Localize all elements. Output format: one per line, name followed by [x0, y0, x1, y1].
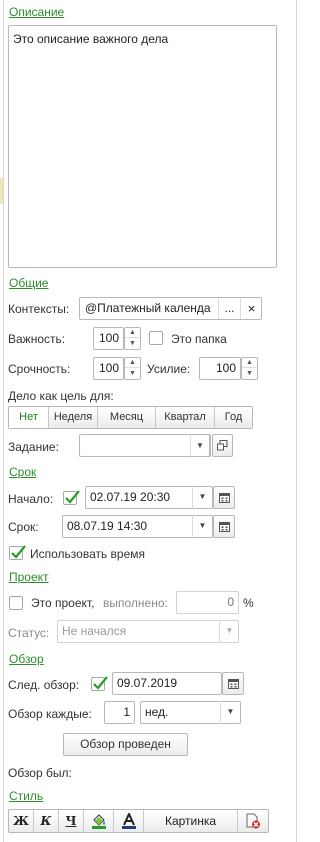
contexts-label: Контексты:	[8, 302, 70, 316]
contexts-clear-button[interactable]: ×	[240, 298, 261, 319]
status-value: Не начался	[62, 624, 127, 638]
contexts-field[interactable]: @Платежный календа ... ×	[79, 297, 262, 320]
review-every-input[interactable]: 1	[104, 701, 135, 724]
next-review-checkbox[interactable]	[91, 676, 108, 691]
goal-tab-year[interactable]: Год	[215, 407, 252, 428]
right-border	[296, 0, 297, 842]
due-calendar-button[interactable]	[213, 515, 235, 538]
style-toolbar: Ж К Ч Картинка	[8, 809, 269, 833]
goal-label: Дело как цель для:	[8, 389, 114, 403]
section-term[interactable]: Срок	[9, 465, 36, 479]
done-label: выполнено:	[103, 596, 168, 610]
spinner-down-icon[interactable]: ▼	[125, 339, 140, 349]
section-description[interactable]: Описание	[9, 5, 64, 19]
next-review-label: След. обзор:	[8, 678, 80, 692]
review-done-button[interactable]: Обзор проведен	[63, 733, 188, 756]
description-text: Это описание важного дела	[13, 32, 169, 46]
spinner-up-icon[interactable]: ▲	[125, 358, 140, 368]
calendar-icon	[218, 493, 230, 503]
spinner-down-icon[interactable]: ▼	[125, 369, 140, 379]
delete-picture-icon	[246, 813, 260, 829]
is-project-label: Это проект,	[31, 596, 95, 610]
spinner-up-icon[interactable]: ▲	[125, 328, 140, 338]
section-project[interactable]: Проект	[9, 570, 49, 584]
urgency-input[interactable]: 100	[93, 357, 124, 380]
due-label: Срок:	[8, 520, 39, 534]
importance-input[interactable]: 100	[93, 327, 124, 350]
review-unit-dropdown-icon[interactable]: ▼	[220, 701, 240, 724]
effort-input[interactable]: 100	[199, 357, 241, 380]
calendar-icon	[218, 522, 230, 532]
task-open-button[interactable]	[212, 434, 233, 457]
bold-button[interactable]: Ж	[9, 810, 34, 832]
urgency-spinner[interactable]: ▲ ▼	[124, 357, 141, 380]
review-every-label: Обзор каждые:	[8, 707, 92, 721]
review-unit-value: нед.	[145, 705, 169, 719]
section-general[interactable]: Общие	[9, 276, 48, 290]
review-was-label: Обзор был:	[8, 766, 72, 780]
goal-tab-none[interactable]: Нет	[9, 407, 49, 428]
is-folder-checkbox[interactable]	[149, 331, 163, 345]
next-review-input[interactable]: 09.07.2019	[112, 672, 222, 695]
left-indicator	[0, 178, 3, 204]
goal-tab-week[interactable]: Неделя	[49, 407, 98, 428]
checkmark-icon	[11, 545, 26, 559]
spinner-down-icon[interactable]: ▼	[242, 369, 257, 379]
checkmark-icon	[93, 676, 108, 690]
importance-label: Важность:	[8, 332, 66, 346]
use-time-checkbox[interactable]	[9, 545, 26, 560]
checkmark-icon	[65, 490, 80, 504]
clear-picture-button[interactable]	[238, 810, 268, 832]
font-color-icon	[121, 811, 136, 829]
fill-color-icon	[91, 814, 106, 829]
task-label: Задание:	[8, 440, 59, 454]
use-time-label: Использовать время	[30, 547, 146, 561]
status-label: Статус:	[8, 626, 50, 640]
effort-spinner[interactable]: ▲ ▼	[241, 357, 258, 380]
picture-button[interactable]: Картинка	[144, 810, 238, 832]
due-date-input[interactable]: 08.07.19 14:30	[62, 515, 213, 538]
start-label: Начало:	[8, 492, 54, 506]
open-window-icon	[217, 440, 228, 451]
importance-spinner[interactable]: ▲ ▼	[124, 327, 141, 350]
description-textarea[interactable]: Это описание важного дела	[8, 25, 277, 268]
section-style[interactable]: Стиль	[9, 789, 43, 803]
spinner-up-icon[interactable]: ▲	[242, 358, 257, 368]
font-color-button[interactable]	[114, 810, 144, 832]
is-project-checkbox[interactable]	[9, 596, 23, 610]
italic-button[interactable]: К	[34, 810, 59, 832]
start-dropdown-icon[interactable]: ▼	[192, 486, 212, 509]
effort-label: Усилие:	[147, 362, 191, 376]
goal-tab-month[interactable]: Месяц	[98, 407, 156, 428]
goal-tab-quarter[interactable]: Квартал	[156, 407, 215, 428]
start-checkbox[interactable]	[63, 490, 80, 505]
due-dropdown-icon[interactable]: ▼	[192, 515, 212, 538]
next-review-calendar-button[interactable]	[222, 672, 244, 695]
task-dropdown-icon[interactable]: ▼	[190, 434, 210, 457]
contexts-select-button[interactable]: ...	[218, 298, 240, 319]
start-calendar-button[interactable]	[213, 486, 235, 509]
is-folder-label: Это папка	[171, 332, 227, 346]
status-dropdown-icon[interactable]: ▼	[219, 620, 239, 643]
done-input[interactable]: 0	[176, 591, 239, 614]
underline-button[interactable]: Ч	[59, 810, 84, 832]
background-color-button[interactable]	[84, 810, 114, 832]
urgency-label: Срочность:	[8, 362, 71, 376]
calendar-icon	[227, 679, 239, 689]
goal-tabs: Нет Неделя Месяц Квартал Год	[8, 406, 253, 429]
left-border	[3, 0, 4, 842]
contexts-value: @Платежный календа	[85, 301, 211, 315]
status-select[interactable]: Не начался	[57, 620, 239, 643]
percent-label: %	[243, 596, 254, 610]
section-review[interactable]: Обзор	[9, 652, 44, 666]
